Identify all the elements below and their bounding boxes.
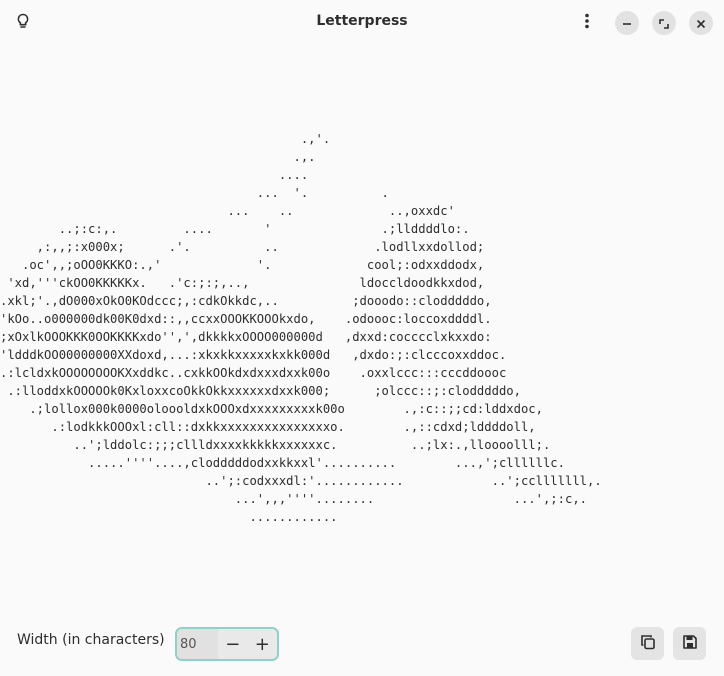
bottom-bar: Width (in characters) − + [0,618,724,668]
ascii-art-line: .xkl;'.,dO000xOkO0KOdccc;,:cdkOkkdc,.. ;… [0,294,492,308]
copy-icon [640,634,656,654]
ascii-art-line: 'ldddkOO00000000XXdoxd,...:xkxkkxxxxxkxk… [0,348,507,362]
copy-button[interactable] [631,627,664,660]
ascii-art-line: .:lloddxkOOOOOk0KxloxxcoOkkOkkxxxxxxdxxk… [0,384,521,398]
minimize-icon [622,14,632,33]
ascii-art-line: .;lollox000k0000oloooldxkOOOxdxxxxxxxxxk… [0,402,543,416]
ascii-art-line: ..';:codxxxdl:'............ ..';ccllllll… [0,474,602,488]
main-menu-button[interactable] [573,9,601,37]
header-bar: Letterpress [0,0,724,46]
ascii-art-line: ...',,,''''........ ...',;:c,. [0,492,587,506]
ascii-art-line: .....''''....,clodddddodxxkkxxl'........… [0,456,565,470]
ascii-art-line: ... '. . [0,186,389,200]
width-spin-button[interactable]: − + [175,627,279,661]
width-input[interactable] [177,629,218,659]
ascii-art-line: ;xOxlkOOOKKK0OOKKKKxdo'',',dkkkkxOOOO000… [0,330,492,344]
close-button[interactable] [689,11,713,35]
ascii-art-line: ,:,,;:x000x; .'. .. .lodllxxdollod; [0,240,485,254]
ascii-art-line: .... [0,168,309,182]
close-icon [696,14,706,33]
ascii-art-line: ... .. ..,oxxdc' [0,204,455,218]
ascii-art-line: 'xd,'''ckOO0KKKKKx. .'c:;:;,.., ldoccldo… [0,276,485,290]
ascii-art-line: ..';lddolc:;;;cllldxxxxkkkkkxxxxxxc. ..;… [0,438,551,452]
ascii-art-line: .oc',,;oOO0KKKO:.,' '. cool;:odxxddodx, [0,258,485,272]
ascii-art-line: .,'. [0,132,331,146]
decrement-button[interactable]: − [218,629,248,659]
ascii-art-line: .:lodkkkOOOxl:cll::dxkkxxxxxxxxxxxxxxxo.… [0,420,536,434]
increment-button[interactable]: + [247,629,277,659]
save-icon [682,634,698,654]
maximize-icon [659,14,669,33]
ascii-art-line: ..;:c:,. .... ' .;llddddlo:. [0,222,470,236]
save-button[interactable] [673,627,706,660]
maximize-button[interactable] [652,11,676,35]
ascii-art-line: .,. [0,150,316,164]
kebab-menu-icon [579,13,595,33]
ascii-art-line: ............ [0,510,338,524]
ascii-art-line: 'kOo..o000000dk00K0dxd::,,ccxxOOOKKOOOkx… [0,312,492,326]
width-label: Width (in characters) [17,632,165,648]
ascii-art-line: .:lcldxkOOOOOOOOKXxddkc..cxkkOOkdxdxxxdx… [0,366,507,380]
minimize-button[interactable] [615,11,639,35]
ascii-art-output: .,'. .,. .... ... '. . ... .. ..,oxxdc' … [0,130,724,526]
